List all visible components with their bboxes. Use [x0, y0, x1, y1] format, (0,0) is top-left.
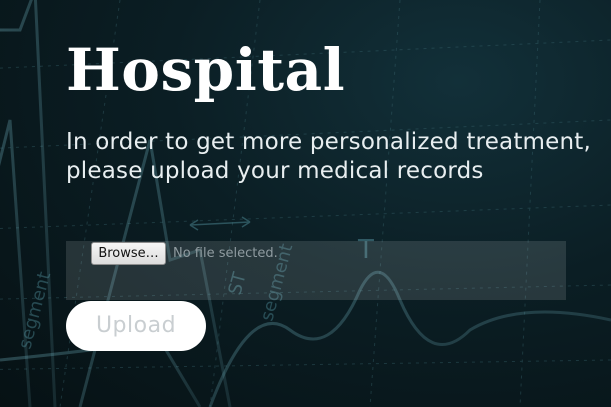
file-status-text: No file selected. — [173, 246, 278, 261]
browse-button[interactable]: Browse… — [91, 242, 166, 265]
subtitle-line-1: In order to get more personalized treatm… — [66, 129, 592, 155]
subtitle-line-2: please upload your medical records — [66, 158, 484, 184]
upload-button[interactable]: Upload — [66, 301, 206, 351]
page-title: Hospital — [66, 36, 346, 104]
file-input-panel: Browse… No file selected. — [66, 241, 566, 300]
page-subtitle: In order to get more personalized treatm… — [66, 128, 606, 186]
